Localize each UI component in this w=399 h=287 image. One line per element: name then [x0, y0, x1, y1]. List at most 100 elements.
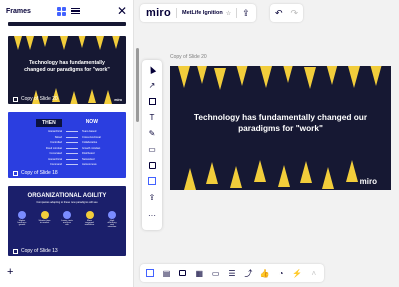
creation-toolbar: ↗ T ✎ ▭ ⇪ ··· — [142, 60, 162, 230]
frames-panel-title: Frames — [6, 7, 31, 15]
list-icon: ☰ — [228, 268, 236, 278]
miro-logo[interactable]: miro — [146, 7, 171, 19]
comment-tool[interactable]: ▭ — [142, 142, 162, 156]
sticky-note-icon — [148, 161, 156, 169]
frame-label-text: Copy of Slide 13 — [21, 248, 58, 254]
frame-icon — [13, 170, 18, 176]
people-icon — [85, 211, 94, 219]
collapse-button[interactable]: ˄ — [308, 267, 320, 280]
line-icon: ↗ — [148, 80, 156, 90]
cards-button[interactable] — [177, 267, 189, 280]
frame-icon — [146, 269, 155, 277]
sticky-note-tool[interactable] — [142, 158, 162, 172]
frame-label: Copy of Slide 20 — [13, 96, 58, 102]
select-tool[interactable] — [142, 62, 162, 76]
frames-button[interactable] — [144, 267, 156, 280]
agility-icons: Higher business growth Shorter time to m… — [16, 211, 118, 228]
history-toolbar: ↶ ↷ — [270, 4, 304, 22]
growth-icon — [18, 211, 26, 219]
export-icon: ⤴ — [244, 268, 253, 278]
star-icon[interactable]: ☆ — [226, 10, 231, 17]
frame-label: Copy of Slide 18 — [13, 170, 58, 176]
thumbs-up-icon: 👍 — [259, 268, 270, 278]
frame-label: Copy of Slide 13 — [13, 248, 58, 254]
divider — [236, 8, 238, 18]
frame-label-text: Copy of Slide 18 — [21, 170, 58, 176]
miro-logo: miro — [359, 177, 377, 186]
frame-thumbnail-slide-20[interactable]: Technology has fundamentally changed our… — [8, 36, 126, 104]
undo-icon[interactable]: ↶ — [275, 8, 283, 19]
chat-icon: ▦ — [195, 268, 204, 278]
frames-panel: Frames ✕ Technology has fundamentally ch… — [0, 0, 134, 287]
then-now-rows: Hierarchical Team-based Siloed Cross-funct… — [28, 129, 112, 168]
text-icon: T — [149, 112, 155, 122]
reactions-button[interactable]: 👍 — [259, 267, 271, 280]
frame-title-label[interactable]: Copy of Slide 20 — [170, 54, 207, 60]
chevron-up-icon: ˄ — [311, 268, 317, 278]
close-icon[interactable]: ✕ — [117, 5, 127, 17]
notes-icon: ▭ — [211, 268, 220, 278]
board-topbar: miro MetLife Ignition ☆ ⇪ — [140, 4, 256, 22]
shape-tool[interactable] — [142, 94, 162, 108]
clock-icon — [40, 211, 49, 219]
text-tool[interactable]: T — [142, 110, 162, 124]
frame-icon — [148, 177, 156, 185]
divider — [176, 8, 178, 18]
agility-item: Shorter time to market — [39, 211, 51, 228]
pen-tool[interactable]: ✎ — [142, 126, 162, 140]
miro-logo: miro — [114, 98, 122, 102]
more-tools[interactable]: ··· — [142, 208, 162, 222]
timer-icon: ◔ — [278, 268, 284, 278]
frames-scrollbar[interactable] — [136, 48, 139, 122]
share-icon[interactable]: ⇪ — [242, 8, 250, 19]
lightning-icon: ⚡ — [292, 268, 303, 278]
agility-item: Lower costs and less risk — [61, 211, 73, 228]
cursor-icon — [147, 64, 157, 74]
frame-thumbnail-title: Technology has fundamentally changed our… — [24, 60, 110, 73]
frame-thumbnail-subtitle: Companies adapting to these new paradigm… — [36, 201, 98, 204]
comments-button[interactable]: ▤ — [160, 267, 172, 280]
grid-view-icon[interactable] — [56, 6, 66, 16]
card-icon — [179, 270, 187, 276]
upload-tool[interactable]: ⇪ — [142, 190, 162, 204]
notes-button[interactable]: ▭ — [209, 267, 221, 280]
frame-thumbnail-partial[interactable] — [8, 22, 126, 26]
slide-title[interactable]: Technology has fundamentally changed our… — [190, 112, 371, 134]
list-button[interactable]: ☰ — [226, 267, 238, 280]
rectangle-icon — [148, 97, 156, 105]
then-now-row: Command Autonomous — [50, 163, 97, 167]
then-now-header: THEN NOW — [8, 119, 126, 127]
frame-thumbnail-title: ORGANIZATIONAL AGILITY — [27, 193, 107, 199]
agility-item: Higher business growth — [16, 211, 28, 228]
agility-item: High efficiency and retention — [106, 211, 118, 228]
efficiency-icon — [108, 211, 116, 219]
comment-icon: ▭ — [148, 144, 156, 154]
frame-thumbnail-slide-13[interactable]: ORGANIZATIONAL AGILITY Companies adaptin… — [8, 186, 126, 256]
bottom-toolbar: ▤ ▦ ▭ ☰ ⤴ 👍 ◔ ⚡ ˄ — [140, 264, 324, 282]
comment-icon: ▤ — [162, 268, 171, 278]
frame-label-text: Copy of Slide 20 — [21, 96, 58, 102]
pen-icon: ✎ — [148, 128, 156, 138]
frame-thumbnail-slide-18[interactable]: THEN NOW Hierarchical Team-based Siloed Cr… — [8, 112, 126, 178]
line-tool[interactable]: ↗ — [142, 78, 162, 92]
more-icon: ··· — [148, 210, 156, 220]
cost-icon — [63, 211, 71, 219]
integrations-button[interactable]: ⚡ — [291, 267, 303, 280]
frame-tool[interactable] — [142, 174, 162, 188]
agility-item: More engaged workforce — [84, 211, 96, 228]
now-label: NOW — [85, 119, 98, 125]
board-name[interactable]: MetLife Ignition — [182, 10, 223, 16]
upload-icon: ⇪ — [148, 192, 156, 202]
frames-panel-header: Frames ✕ — [0, 0, 133, 22]
export-button[interactable]: ⤴ — [242, 267, 254, 280]
frame-icon — [13, 96, 18, 102]
redo-icon[interactable]: ↷ — [291, 8, 299, 19]
list-view-icon[interactable] — [70, 7, 80, 15]
add-frame-button[interactable]: + — [7, 266, 13, 278]
frame-icon — [13, 248, 18, 254]
frames-list: Technology has fundamentally changed our… — [0, 22, 134, 264]
timer-button[interactable]: ◔ — [275, 267, 287, 280]
then-label: THEN — [36, 119, 62, 127]
chat-button[interactable]: ▦ — [193, 267, 205, 280]
canvas-frame-slide-20[interactable]: Technology has fundamentally changed our… — [170, 66, 391, 190]
